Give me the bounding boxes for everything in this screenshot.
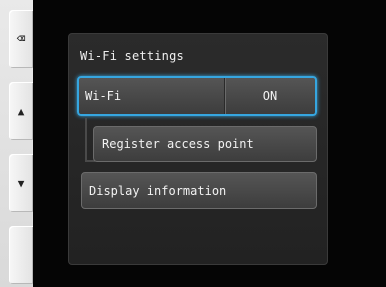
register-access-point-label: Register access point [102,137,254,151]
wifi-status-value[interactable]: ON [225,89,315,103]
wifi-toggle-row[interactable]: Wi-Fi ON [77,76,317,116]
backspace-icon: ⌫ [16,31,26,47]
delete-button[interactable]: ⌫ [9,10,33,68]
display-information-label: Display information [89,183,227,198]
wifi-settings-panel: Wi-Fi settings Wi-Fi ON Register access … [68,33,328,265]
blank-side-button[interactable] [9,226,33,284]
scroll-up-button[interactable]: ▲ [9,82,33,140]
up-arrow-icon: ▲ [17,104,25,118]
scroll-down-button[interactable]: ▼ [9,154,33,212]
register-access-point-button[interactable]: Register access point [93,126,317,162]
wifi-label: Wi-Fi [85,89,122,103]
panel-title: Wi-Fi settings [80,49,184,63]
side-button-strip: ⌫ ▲ ▼ [0,0,33,287]
display-information-button[interactable]: Display information [81,172,317,209]
down-arrow-icon: ▼ [17,176,25,190]
